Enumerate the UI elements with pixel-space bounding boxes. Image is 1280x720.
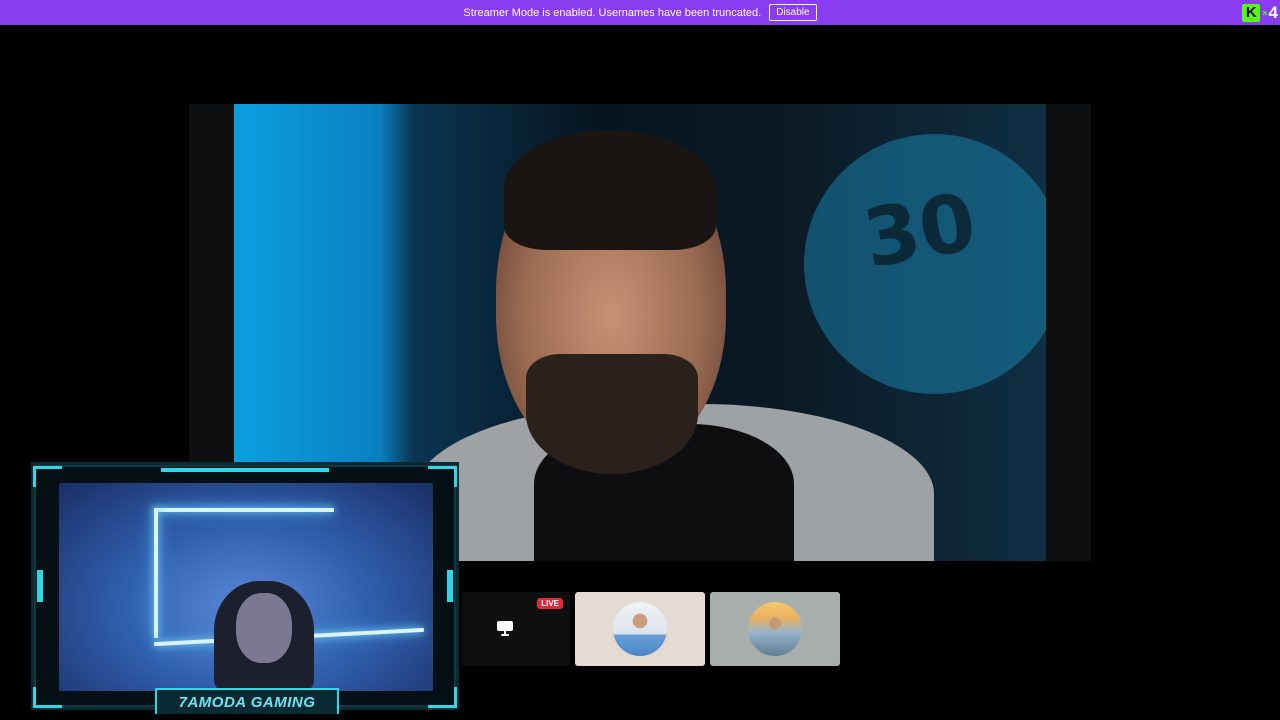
- streamer-name-plate: 7AMODA GAMING: [155, 688, 339, 714]
- neon-light-top: [154, 508, 334, 512]
- kick-multiview-logo[interactable]: K × 4: [1242, 2, 1278, 23]
- speaker-beard: [526, 354, 698, 474]
- webcam-video: [59, 483, 433, 691]
- neon-light-left: [154, 508, 158, 638]
- logo-count: 4: [1268, 2, 1278, 22]
- participant-tile-2[interactable]: [710, 592, 840, 666]
- webcam-overlay[interactable]: 7AMODA GAMING: [31, 462, 459, 714]
- banner-message: Streamer Mode is enabled. Usernames have…: [463, 6, 762, 19]
- participant-tile-1[interactable]: [575, 592, 705, 666]
- frame-corner-bl: [33, 687, 62, 708]
- participant-tiles: LIVE: [462, 592, 840, 666]
- disable-streamer-mode-button[interactable]: Disable: [769, 4, 817, 21]
- monitor-icon: [497, 621, 513, 636]
- kick-logo-icon: K: [1242, 3, 1261, 22]
- logo-times: ×: [1262, 7, 1268, 18]
- frame-accent-right: [447, 570, 453, 602]
- frame-accent-left: [37, 570, 43, 602]
- live-badge: LIVE: [537, 598, 563, 609]
- screen-share-tile[interactable]: LIVE: [462, 592, 570, 666]
- avatar-person-1: [613, 602, 667, 656]
- background-logo-mark: 30: [856, 175, 983, 286]
- streamer-mode-banner: Streamer Mode is enabled. Usernames have…: [0, 0, 1280, 25]
- avatar-person-2: [748, 602, 802, 656]
- frame-corner-tl: [33, 466, 62, 487]
- frame-accent-top: [161, 468, 329, 472]
- speaker-hair: [504, 130, 716, 250]
- streamer-face: [236, 593, 292, 663]
